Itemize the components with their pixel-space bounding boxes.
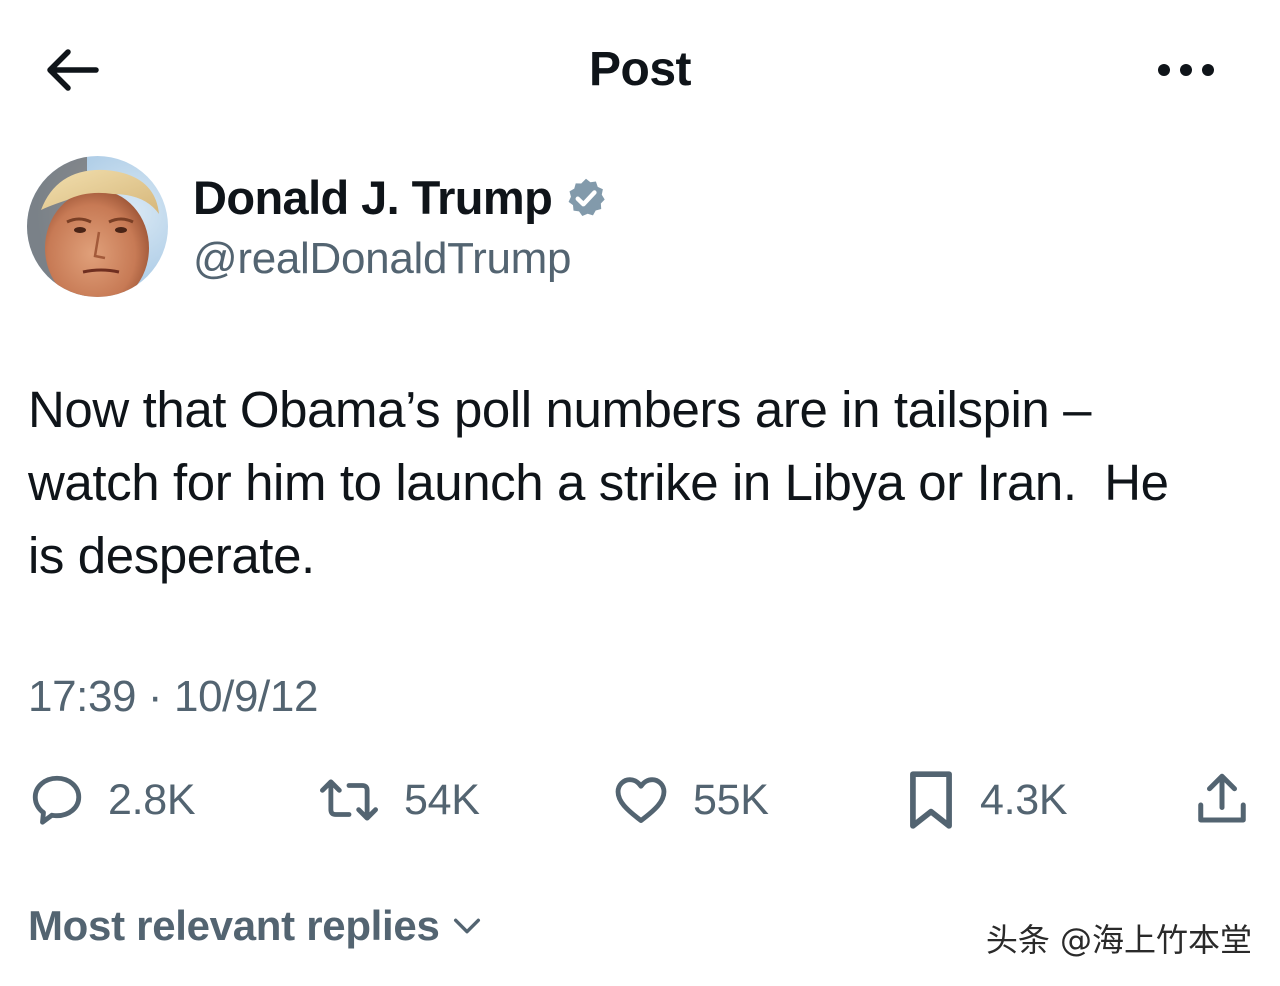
heart-icon [615, 777, 667, 823]
avatar-photo [27, 156, 168, 297]
repost-icon [319, 779, 378, 821]
bookmark-icon [910, 771, 952, 829]
share-icon [1198, 773, 1246, 823]
post-timestamp[interactable]: 17:39 · 10/9/12 [28, 670, 318, 724]
page-title: Post [588, 43, 692, 96]
repost-button[interactable]: 54K [316, 760, 480, 840]
verified-badge-icon [568, 178, 605, 216]
bookmark-button[interactable]: 4.3K [904, 760, 1068, 840]
display-name-row: Donald J. Trump [193, 170, 608, 226]
replies-sort-label: Most relevant replies [28, 902, 440, 949]
reply-count: 2.8K [108, 775, 196, 824]
display-name[interactable]: Donald J. Trump [193, 170, 553, 226]
user-handle[interactable]: @realDonaldTrump [193, 232, 571, 286]
like-button[interactable]: 55K [611, 760, 769, 840]
like-count: 55K [693, 775, 769, 824]
more-horizontal-icon [1158, 64, 1214, 76]
share-button[interactable] [1192, 760, 1252, 840]
post-author: Donald J. Trump @realDonaldTrump [27, 156, 727, 300]
post-text: Now that Obama’s poll numbers are in tai… [28, 381, 1169, 584]
reply-icon [32, 775, 82, 825]
bookmark-count: 4.3K [980, 775, 1068, 824]
repost-count: 54K [404, 775, 480, 824]
post-actions: 2.8K 54K 55K 4.3K [0, 760, 1280, 840]
more-options-button[interactable] [1150, 45, 1222, 95]
replies-sort-dropdown[interactable]: Most relevant replies [28, 896, 484, 956]
post-header: Post [0, 0, 1280, 140]
avatar[interactable] [27, 156, 168, 297]
watermark: 头条 @海上竹本堂 [985, 921, 1252, 959]
chevron-down-icon [453, 918, 480, 934]
reply-button[interactable]: 2.8K [28, 760, 196, 840]
